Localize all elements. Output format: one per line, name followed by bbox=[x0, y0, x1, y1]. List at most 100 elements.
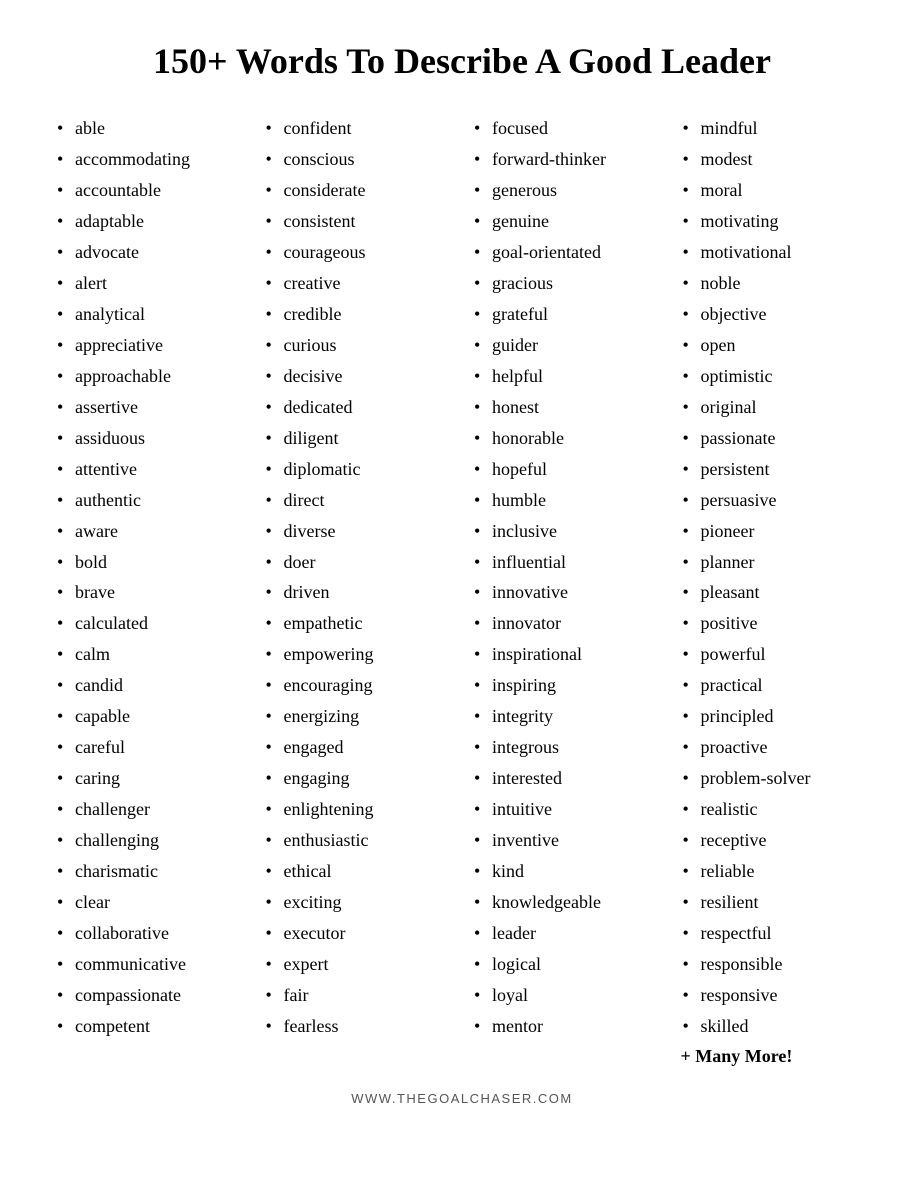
list-item: bold bbox=[55, 547, 244, 578]
list-item: proactive bbox=[681, 732, 870, 763]
list-item: integrity bbox=[472, 701, 661, 732]
list-item: original bbox=[681, 392, 870, 423]
list-item: logical bbox=[472, 949, 661, 980]
list-item: energizing bbox=[264, 701, 453, 732]
list-item: empathetic bbox=[264, 608, 453, 639]
list-item: reliable bbox=[681, 856, 870, 887]
list-item: resilient bbox=[681, 887, 870, 918]
list-item: pleasant bbox=[681, 577, 870, 608]
list-item: optimistic bbox=[681, 361, 870, 392]
list-item: grateful bbox=[472, 299, 661, 330]
list-item: realistic bbox=[681, 794, 870, 825]
list-item: gracious bbox=[472, 268, 661, 299]
list-item: challenging bbox=[55, 825, 244, 856]
list-item: exciting bbox=[264, 887, 453, 918]
list-item: objective bbox=[681, 299, 870, 330]
list-item: expert bbox=[264, 949, 453, 980]
list-item: competent bbox=[55, 1011, 244, 1042]
list-item: considerate bbox=[264, 175, 453, 206]
footer-text: WWW.THEGOALCHASER.COM bbox=[50, 1091, 874, 1106]
list-item: open bbox=[681, 330, 870, 361]
list-item: calculated bbox=[55, 608, 244, 639]
column-2: confidentconsciousconsiderateconsistentc… bbox=[259, 113, 458, 1067]
column-4: mindfulmodestmoralmotivatingmotivational… bbox=[676, 113, 875, 1067]
list-item: diplomatic bbox=[264, 454, 453, 485]
list-item: positive bbox=[681, 608, 870, 639]
list-item: dedicated bbox=[264, 392, 453, 423]
list-item: hopeful bbox=[472, 454, 661, 485]
word-list-3: focusedforward-thinkergenerousgenuinegoa… bbox=[472, 113, 661, 1042]
list-item: humble bbox=[472, 485, 661, 516]
list-item: motivational bbox=[681, 237, 870, 268]
list-item: receptive bbox=[681, 825, 870, 856]
list-item: direct bbox=[264, 485, 453, 516]
list-item: collaborative bbox=[55, 918, 244, 949]
list-item: accountable bbox=[55, 175, 244, 206]
list-item: intuitive bbox=[472, 794, 661, 825]
list-item: accommodating bbox=[55, 144, 244, 175]
more-text: + Many More! bbox=[681, 1046, 870, 1067]
list-item: responsive bbox=[681, 980, 870, 1011]
list-item: honorable bbox=[472, 423, 661, 454]
list-item: authentic bbox=[55, 485, 244, 516]
list-item: aware bbox=[55, 516, 244, 547]
list-item: candid bbox=[55, 670, 244, 701]
list-item: analytical bbox=[55, 299, 244, 330]
list-item: persistent bbox=[681, 454, 870, 485]
list-item: guider bbox=[472, 330, 661, 361]
list-item: consistent bbox=[264, 206, 453, 237]
list-item: ethical bbox=[264, 856, 453, 887]
list-item: doer bbox=[264, 547, 453, 578]
list-item: diverse bbox=[264, 516, 453, 547]
list-item: able bbox=[55, 113, 244, 144]
list-item: caring bbox=[55, 763, 244, 794]
list-item: honest bbox=[472, 392, 661, 423]
list-item: inclusive bbox=[472, 516, 661, 547]
list-item: adaptable bbox=[55, 206, 244, 237]
list-item: knowledgeable bbox=[472, 887, 661, 918]
word-columns: ableaccommodatingaccountableadaptableadv… bbox=[50, 113, 874, 1067]
list-item: moral bbox=[681, 175, 870, 206]
list-item: challenger bbox=[55, 794, 244, 825]
list-item: interested bbox=[472, 763, 661, 794]
list-item: genuine bbox=[472, 206, 661, 237]
list-item: kind bbox=[472, 856, 661, 887]
list-item: persuasive bbox=[681, 485, 870, 516]
list-item: goal-orientated bbox=[472, 237, 661, 268]
list-item: inspiring bbox=[472, 670, 661, 701]
list-item: enthusiastic bbox=[264, 825, 453, 856]
list-item: inventive bbox=[472, 825, 661, 856]
list-item: noble bbox=[681, 268, 870, 299]
list-item: driven bbox=[264, 577, 453, 608]
list-item: engaged bbox=[264, 732, 453, 763]
list-item: advocate bbox=[55, 237, 244, 268]
list-item: mentor bbox=[472, 1011, 661, 1042]
list-item: fearless bbox=[264, 1011, 453, 1042]
list-item: empowering bbox=[264, 639, 453, 670]
list-item: pioneer bbox=[681, 516, 870, 547]
list-item: courageous bbox=[264, 237, 453, 268]
list-item: compassionate bbox=[55, 980, 244, 1011]
list-item: executor bbox=[264, 918, 453, 949]
list-item: innovative bbox=[472, 577, 661, 608]
list-item: diligent bbox=[264, 423, 453, 454]
list-item: modest bbox=[681, 144, 870, 175]
list-item: leader bbox=[472, 918, 661, 949]
list-item: influential bbox=[472, 547, 661, 578]
list-item: helpful bbox=[472, 361, 661, 392]
list-item: inspirational bbox=[472, 639, 661, 670]
list-item: focused bbox=[472, 113, 661, 144]
list-item: approachable bbox=[55, 361, 244, 392]
list-item: curious bbox=[264, 330, 453, 361]
list-item: planner bbox=[681, 547, 870, 578]
list-item: alert bbox=[55, 268, 244, 299]
list-item: integrous bbox=[472, 732, 661, 763]
list-item: innovator bbox=[472, 608, 661, 639]
list-item: conscious bbox=[264, 144, 453, 175]
list-item: generous bbox=[472, 175, 661, 206]
list-item: engaging bbox=[264, 763, 453, 794]
list-item: appreciative bbox=[55, 330, 244, 361]
list-item: charismatic bbox=[55, 856, 244, 887]
list-item: credible bbox=[264, 299, 453, 330]
column-3: focusedforward-thinkergenerousgenuinegoa… bbox=[467, 113, 666, 1067]
